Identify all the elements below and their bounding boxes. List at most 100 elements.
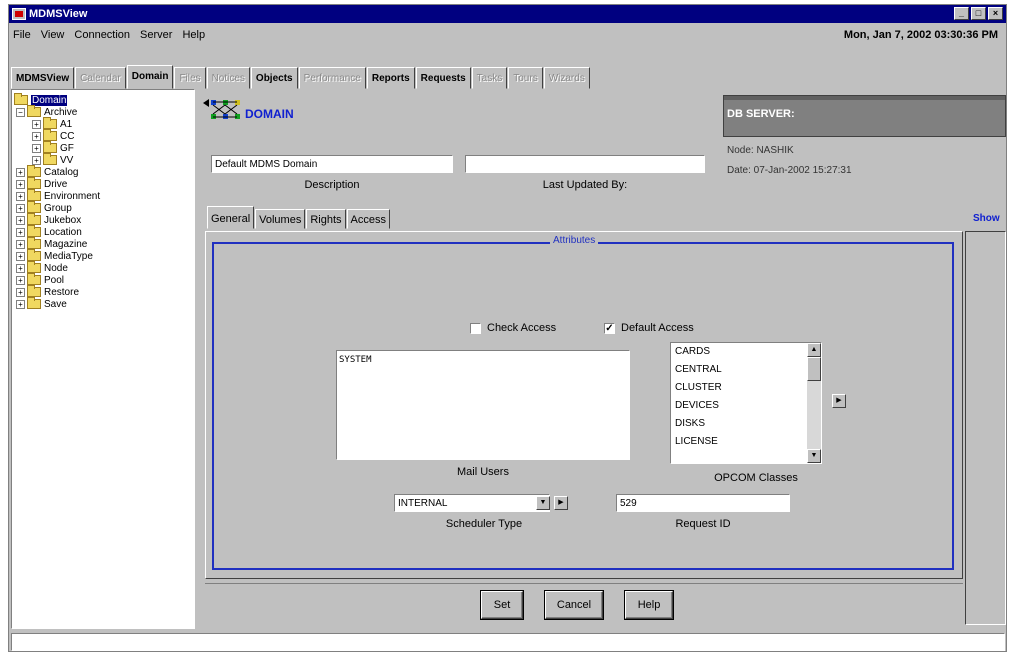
default-access-checkbox[interactable]: ✓ Default Access [604, 322, 694, 334]
menu-bar: File View Connection Server Help Mon, Ja… [9, 25, 1006, 45]
tab-reports[interactable]: Reports [366, 67, 415, 89]
folder-icon [27, 249, 41, 261]
tab-rights[interactable]: Rights [306, 209, 346, 229]
menu-server[interactable]: Server [140, 29, 172, 41]
tab-access[interactable]: Access [346, 209, 390, 229]
tree-item-drive[interactable]: + Drive [12, 177, 194, 190]
folder-icon [27, 201, 41, 213]
check-access-label: Check Access [487, 322, 557, 334]
tree-item-archive[interactable]: − Archive [12, 105, 194, 118]
opcom-scrollbar[interactable]: ▲ ▼ [807, 343, 821, 463]
expand-icon[interactable]: + [32, 119, 41, 129]
scroll-down-icon[interactable]: ▼ [807, 449, 821, 463]
sub-tab-strip: General Volumes Rights Access [207, 206, 391, 231]
expand-icon[interactable]: + [16, 227, 25, 237]
expand-icon[interactable]: + [16, 215, 25, 225]
expand-icon[interactable]: + [16, 299, 25, 309]
tree-item-jukebox[interactable]: + Jukebox [12, 213, 194, 226]
list-item[interactable]: DEVICES [671, 397, 821, 415]
set-button[interactable]: Set [481, 591, 523, 619]
tree-label: Environment [44, 190, 101, 202]
tab-mdmsview[interactable]: MDMSView [11, 67, 75, 89]
tree-label: Node [44, 262, 68, 274]
scheduler-expand-arrow-icon[interactable]: ▶ [554, 496, 568, 510]
tree-item-save[interactable]: + Save [12, 297, 194, 310]
scroll-up-icon[interactable]: ▲ [807, 343, 821, 357]
list-item[interactable]: CENTRAL [671, 361, 821, 379]
expand-icon[interactable]: + [32, 143, 41, 153]
maximize-button[interactable]: □ [971, 7, 986, 20]
dropdown-arrow-icon[interactable]: ▼ [536, 496, 550, 510]
expand-icon[interactable]: + [16, 275, 25, 285]
opcom-classes-list[interactable]: CARDS CENTRAL CLUSTER DEVICES DISKS LICE… [670, 342, 822, 464]
help-button[interactable]: Help [625, 591, 673, 619]
tree-item-node[interactable]: + Node [12, 261, 194, 274]
expand-icon[interactable]: + [16, 191, 25, 201]
expand-icon[interactable]: + [16, 239, 25, 249]
tree-label: Drive [44, 178, 68, 190]
expand-icon[interactable]: + [16, 179, 25, 189]
tree-item-vv[interactable]: + VV [12, 153, 194, 166]
expand-icon[interactable]: + [16, 287, 25, 297]
expand-icon[interactable]: + [16, 263, 25, 273]
db-server-banner: DB SERVER: [723, 95, 1006, 137]
tree-item-catalog[interactable]: + Catalog [12, 165, 194, 178]
opcom-expand-arrow-icon[interactable]: ▶ [832, 394, 846, 408]
tree-item-gf[interactable]: + GF [12, 141, 194, 154]
minimize-button[interactable]: _ [954, 7, 969, 20]
tree-item-domain[interactable]: Domain [12, 93, 194, 106]
list-item[interactable]: CARDS [671, 343, 821, 361]
folder-icon [27, 189, 41, 201]
show-button[interactable]: Show [973, 213, 1000, 224]
tree-label: Group [44, 202, 72, 214]
expand-icon[interactable]: + [16, 251, 25, 261]
node-info: Node: NASHIK [727, 145, 794, 156]
default-access-label: Default Access [621, 322, 694, 334]
tree-label: CC [60, 130, 75, 142]
folder-open-icon [14, 93, 28, 105]
scheduler-type-select[interactable]: INTERNAL [394, 494, 550, 512]
tab-general[interactable]: General [207, 206, 255, 229]
menu-view[interactable]: View [41, 29, 65, 41]
scroll-thumb[interactable] [807, 357, 821, 381]
tree-item-pool[interactable]: + Pool [12, 273, 194, 286]
expand-icon[interactable]: + [32, 155, 41, 165]
tree-item-magazine[interactable]: + Magazine [12, 237, 194, 250]
menu-file[interactable]: File [13, 29, 31, 41]
expand-icon[interactable]: + [16, 203, 25, 213]
tree-label: Restore [44, 286, 80, 298]
tab-requests[interactable]: Requests [415, 67, 471, 89]
checkbox-unchecked-icon [470, 322, 481, 334]
tree-item-mediatype[interactable]: + MediaType [12, 249, 194, 262]
request-id-field[interactable]: 529 [616, 494, 790, 512]
expand-icon[interactable]: + [32, 131, 41, 141]
tab-volumes[interactable]: Volumes [255, 209, 306, 229]
tree-item-environment[interactable]: + Environment [12, 189, 194, 202]
close-button[interactable]: × [988, 7, 1003, 20]
list-item[interactable]: DISKS [671, 415, 821, 433]
menu-connection[interactable]: Connection [74, 29, 130, 41]
tree-item-restore[interactable]: + Restore [12, 285, 194, 298]
tab-files: Files [174, 67, 206, 89]
menu-help[interactable]: Help [182, 29, 205, 41]
list-item[interactable]: LICENSE [671, 433, 821, 451]
mail-users-textarea[interactable]: SYSTEM [336, 350, 630, 460]
tree-item-cc[interactable]: + CC [12, 129, 194, 142]
last-updated-field[interactable] [465, 155, 705, 173]
folder-icon [27, 105, 41, 117]
tab-objects[interactable]: Objects [250, 67, 298, 89]
tree-item-a1[interactable]: + A1 [12, 117, 194, 130]
folder-icon [27, 261, 41, 273]
expand-icon[interactable]: + [16, 167, 25, 177]
collapse-icon[interactable]: − [16, 107, 25, 117]
tree-item-group[interactable]: + Group [12, 201, 194, 214]
description-field[interactable]: Default MDMS Domain [211, 155, 453, 173]
tab-domain[interactable]: Domain [126, 65, 174, 89]
tree-item-location[interactable]: + Location [12, 225, 194, 238]
check-access-checkbox[interactable]: Check Access [470, 322, 556, 334]
folder-icon [27, 297, 41, 309]
cancel-button[interactable]: Cancel [545, 591, 603, 619]
folder-icon [43, 117, 57, 129]
list-item[interactable]: CLUSTER [671, 379, 821, 397]
main-tab-strip: MDMSView Calendar Domain Files Notices O… [11, 65, 591, 89]
